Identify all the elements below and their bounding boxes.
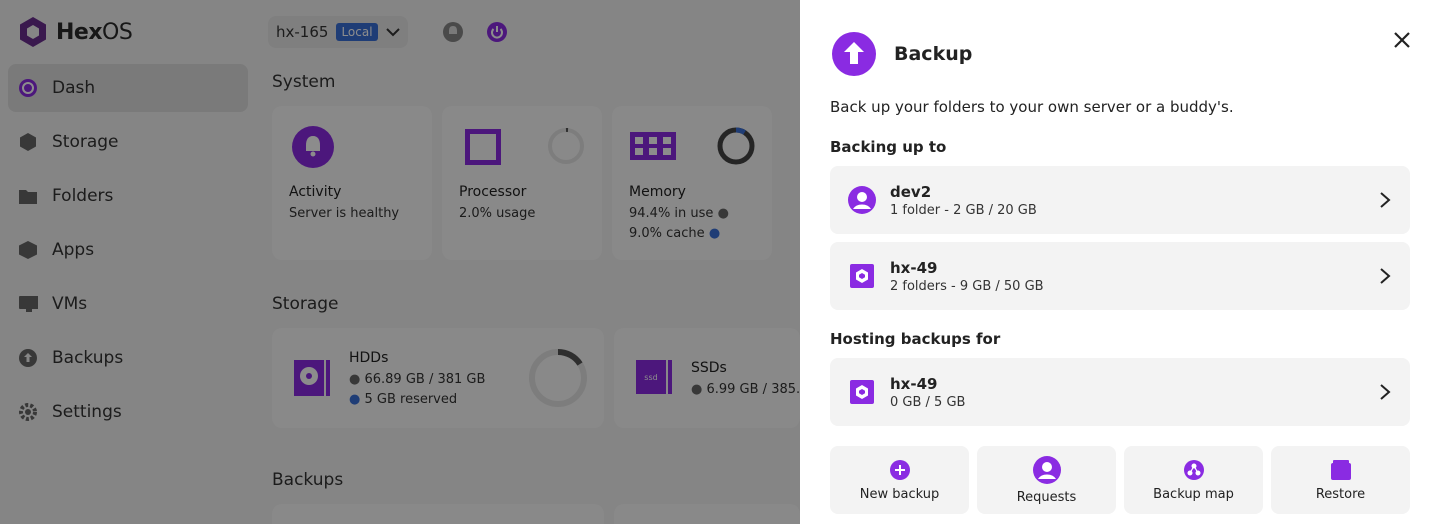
chevron-right-icon: [1380, 268, 1391, 284]
modal-backdrop[interactable]: [0, 0, 800, 524]
action-label: New backup: [859, 486, 940, 502]
close-icon[interactable]: [1390, 28, 1414, 52]
hosting-source-meta: 0 GB / 5 GB: [890, 394, 966, 410]
backup-target-name: hx-49: [890, 258, 938, 277]
backup-target-name: dev2: [890, 182, 932, 201]
user-icon: [848, 186, 876, 214]
hosting-source-hx-49[interactable]: hx-49 0 GB / 5 GB: [830, 358, 1410, 426]
backing-up-label: Backing up to: [830, 138, 947, 156]
backup-actions: New backup Requests Backup map Restore: [830, 446, 1410, 514]
backup-target-hx-49[interactable]: hx-49 2 folders - 9 GB / 50 GB: [830, 242, 1410, 310]
backup-panel-header: Backup: [832, 32, 972, 76]
new-backup-button[interactable]: New backup: [830, 446, 969, 514]
user-icon: [1032, 455, 1061, 484]
action-label: Restore: [1315, 486, 1366, 502]
chevron-right-icon: [1380, 384, 1391, 400]
backup-map-button[interactable]: Backup map: [1124, 446, 1263, 514]
backup-panel: Backup Back up your folders to your own …: [800, 0, 1440, 524]
backup-target-meta: 2 folders - 9 GB / 50 GB: [890, 278, 1044, 294]
backup-panel-title: Backup: [894, 43, 973, 65]
hexos-server-icon: [848, 262, 876, 290]
hosting-source-name: hx-49: [890, 374, 938, 393]
backup-target-dev2[interactable]: dev2 1 folder - 2 GB / 20 GB: [830, 166, 1410, 234]
upload-arrow-icon: [832, 32, 876, 76]
requests-button[interactable]: Requests: [977, 446, 1116, 514]
backup-description: Back up your folders to your own server …: [830, 98, 1234, 116]
action-label: Requests: [1016, 489, 1077, 505]
hosting-label: Hosting backups for: [830, 330, 1001, 348]
action-label: Backup map: [1153, 486, 1234, 502]
plus-circle-icon: [889, 459, 910, 480]
chevron-right-icon: [1380, 192, 1391, 208]
backup-target-meta: 1 folder - 2 GB / 20 GB: [890, 202, 1037, 218]
network-icon: [1183, 459, 1204, 480]
hexos-server-icon: [848, 378, 876, 406]
box-icon: [1330, 459, 1351, 480]
restore-button[interactable]: Restore: [1271, 446, 1410, 514]
